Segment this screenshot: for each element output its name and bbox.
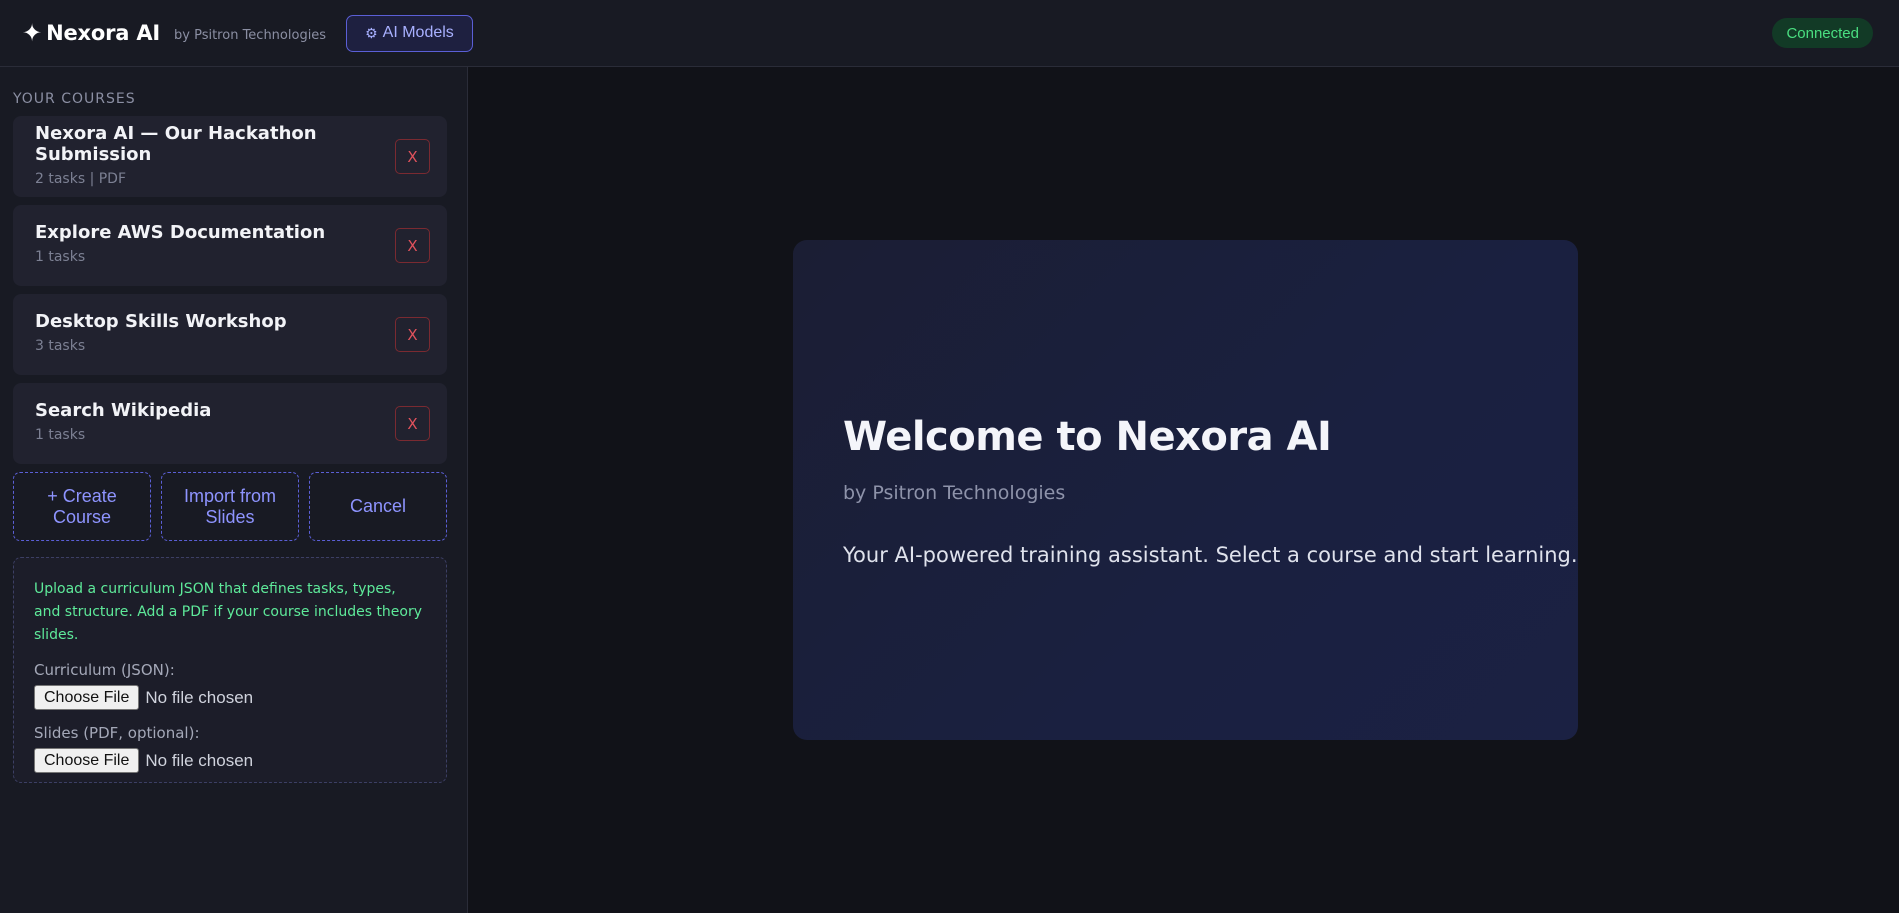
welcome-subtitle: by Psitron Technologies — [843, 481, 1066, 504]
import-from-slides-button[interactable]: Import from Slides — [161, 472, 299, 541]
slides-label: Slides (PDF, optional): — [34, 724, 200, 742]
remove-course-button[interactable]: X — [395, 228, 430, 263]
welcome-text: Your AI-powered training assistant. Sele… — [843, 542, 1578, 567]
course-title: Nexora AI — Our Hackathon Submission — [35, 122, 317, 165]
curriculum-file-status: No file chosen — [145, 687, 254, 707]
gear-icon: ⚙ — [365, 24, 378, 41]
course-item[interactable]: Nexora AI — Our Hackathon Submission 2 t… — [13, 116, 447, 197]
curriculum-choose-file-button[interactable]: Choose File — [34, 685, 140, 710]
course-meta: 2 tasks | PDF — [35, 170, 127, 187]
ai-models-label: AI Models — [382, 24, 454, 41]
app-subtitle: by Psitron Technologies — [174, 28, 327, 43]
course-meta: 1 tasks — [35, 427, 86, 443]
welcome-title: Welcome to Nexora AI — [843, 413, 1332, 460]
top-header: ✦ Nexora AI by Psitron Technologies ⚙ AI… — [0, 0, 1899, 67]
app-title: Nexora AI — [46, 21, 161, 45]
course-item[interactable]: Desktop Skills Workshop 3 tasks X — [13, 294, 447, 375]
remove-course-button[interactable]: X — [395, 406, 430, 441]
curriculum-file-input: Choose File No file chosen — [34, 685, 426, 710]
sparkle-icon: ✦ — [22, 19, 43, 47]
upload-panel: Upload a curriculum JSON that defines ta… — [13, 557, 447, 783]
remove-course-button[interactable]: X — [395, 317, 430, 352]
connection-status-badge: Connected — [1772, 18, 1873, 48]
ai-models-button[interactable]: ⚙ AI Models — [346, 14, 473, 52]
welcome-card: Welcome to Nexora AI by Psitron Technolo… — [793, 240, 1578, 740]
upload-help-text: Upload a curriculum JSON that defines ta… — [34, 581, 423, 643]
remove-course-button[interactable]: X — [395, 139, 430, 174]
sidebar-heading: YOUR COURSES — [13, 91, 136, 107]
course-actions: + Create Course Import from Slides Cance… — [13, 472, 447, 541]
course-title: Desktop Skills Workshop — [35, 311, 287, 332]
create-course-button[interactable]: + Create Course — [13, 472, 151, 541]
course-meta: 3 tasks — [35, 338, 86, 354]
curriculum-label: Curriculum (JSON): — [34, 661, 175, 679]
slides-file-input: Choose File No file chosen — [34, 748, 426, 773]
course-title: Search Wikipedia — [35, 400, 212, 421]
slides-choose-file-button[interactable]: Choose File — [34, 748, 140, 773]
slides-file-status: No file chosen — [145, 750, 254, 770]
course-item[interactable]: Explore AWS Documentation 1 tasks X — [13, 205, 447, 286]
course-title: Explore AWS Documentation — [35, 222, 326, 243]
course-meta: 1 tasks — [35, 249, 86, 265]
course-item[interactable]: Search Wikipedia 1 tasks X — [13, 383, 447, 464]
sidebar: YOUR COURSES Nexora AI — Our Hackathon S… — [0, 67, 468, 913]
cancel-button[interactable]: Cancel — [309, 472, 447, 541]
